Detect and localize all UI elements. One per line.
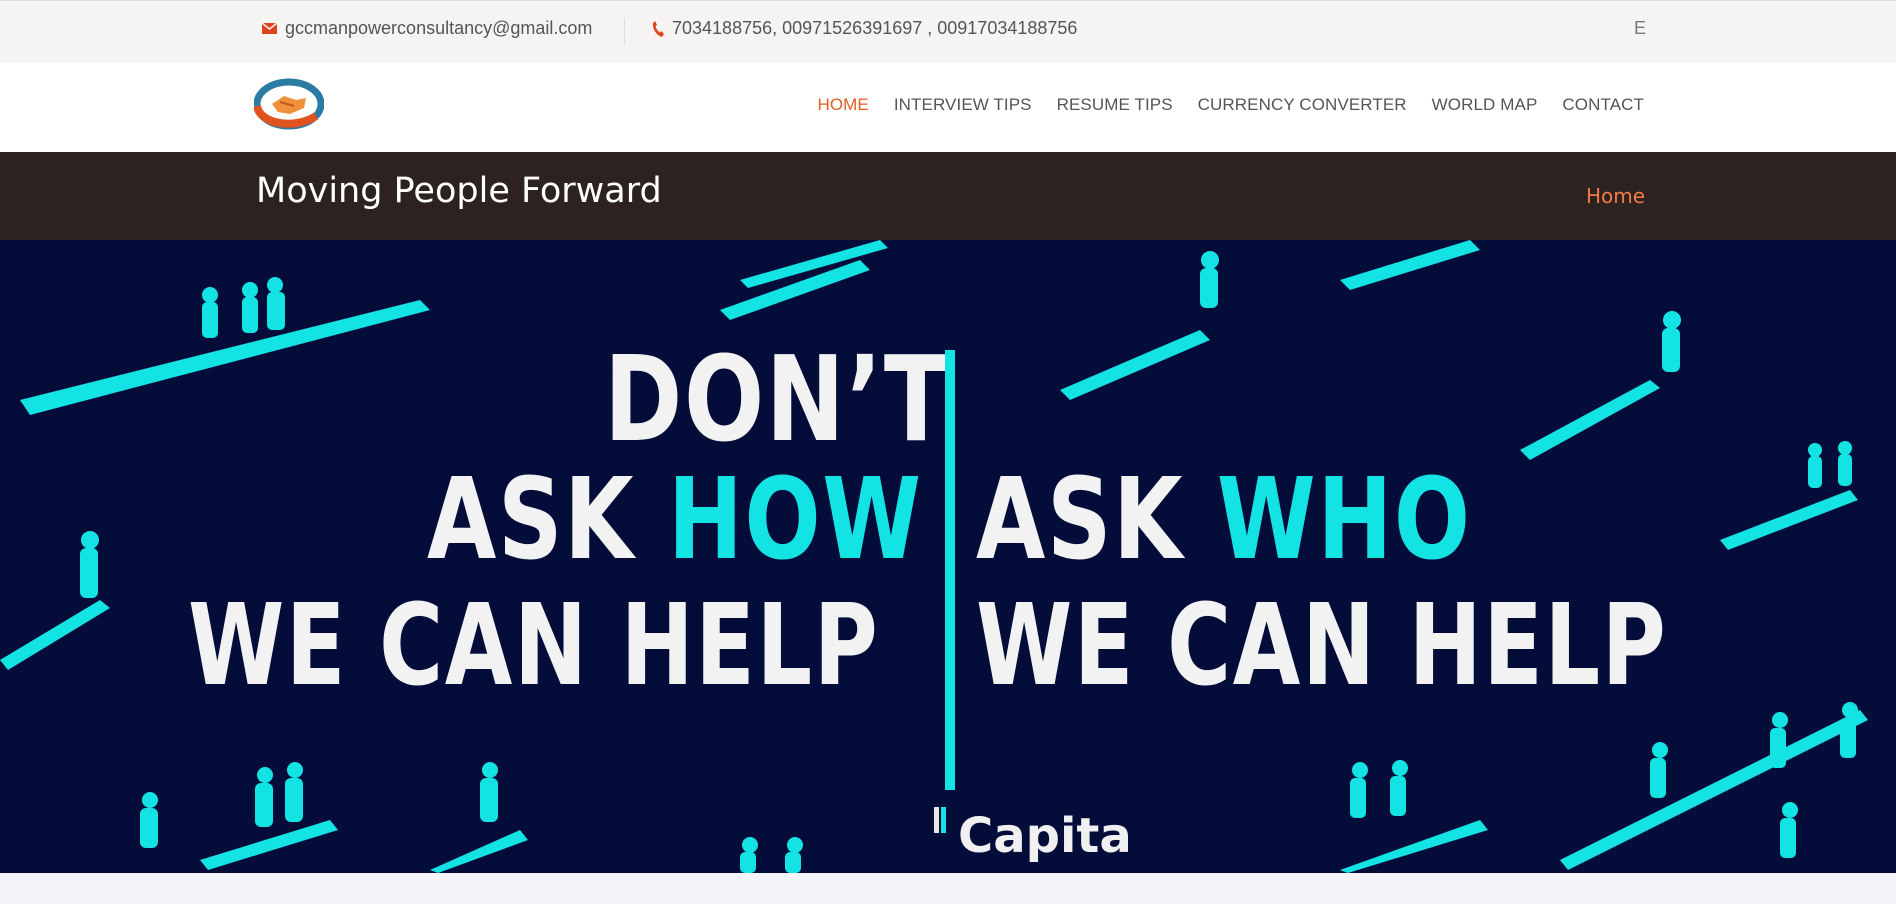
main-navbar: HOME INTERVIEW TIPS RESUME TIPS CURRENCY… bbox=[0, 63, 1896, 152]
page-title-banner: Moving People Forward Home bbox=[0, 152, 1896, 240]
envelope-icon bbox=[262, 23, 277, 34]
hero-we-can-help-right: WE CAN HELP bbox=[976, 581, 1668, 711]
phone-text[interactable]: 7034188756, 00971526391697 , 00917034188… bbox=[672, 18, 1077, 39]
nav-contact[interactable]: CONTACT bbox=[1562, 95, 1644, 115]
phone-contact[interactable]: 7034188756, 00971526391697 , 00917034188… bbox=[652, 18, 1077, 39]
hero-ask-who: ASK WHO bbox=[976, 464, 1472, 576]
topbar-right-text: E bbox=[1634, 18, 1647, 38]
hero-who: WHO bbox=[1216, 455, 1472, 585]
nav-world-map[interactable]: WORLD MAP bbox=[1432, 95, 1538, 115]
hero-line-dont: DON’T bbox=[604, 330, 950, 468]
breadcrumb-home[interactable]: Home bbox=[1586, 184, 1645, 208]
nav-currency-converter[interactable]: CURRENCY CONVERTER bbox=[1198, 95, 1407, 115]
primary-nav: HOME INTERVIEW TIPS RESUME TIPS CURRENCY… bbox=[792, 95, 1644, 115]
topbar-divider bbox=[624, 18, 625, 45]
hero-ask-how: ASK HOW bbox=[427, 464, 923, 576]
hero-divider bbox=[945, 350, 955, 790]
page-bottom-strip bbox=[0, 873, 1896, 904]
page-title: Moving People Forward bbox=[256, 171, 662, 211]
capita-mark-icon bbox=[934, 807, 948, 833]
capita-brand: Capita bbox=[958, 808, 1132, 864]
phone-icon bbox=[652, 20, 664, 37]
hero-we-can-help-left: WE CAN HELP bbox=[188, 581, 880, 711]
nav-resume-tips[interactable]: RESUME TIPS bbox=[1057, 95, 1173, 115]
hero-ask-right: ASK bbox=[976, 455, 1185, 585]
hero-image: DON’T ASK HOW WE CAN HELP ASK WHO WE CAN… bbox=[0, 240, 1896, 873]
nav-home[interactable]: HOME bbox=[817, 95, 868, 115]
email-contact[interactable]: gccmanpowerconsultancy@gmail.com bbox=[262, 18, 592, 39]
handshake-logo[interactable] bbox=[254, 76, 324, 132]
nav-interview-tips[interactable]: INTERVIEW TIPS bbox=[894, 95, 1032, 115]
top-contact-bar: gccmanpowerconsultancy@gmail.com 7034188… bbox=[0, 0, 1896, 63]
email-text[interactable]: gccmanpowerconsultancy@gmail.com bbox=[285, 18, 592, 39]
hero-how: HOW bbox=[667, 455, 923, 585]
hero-ask-left: ASK bbox=[427, 455, 636, 585]
